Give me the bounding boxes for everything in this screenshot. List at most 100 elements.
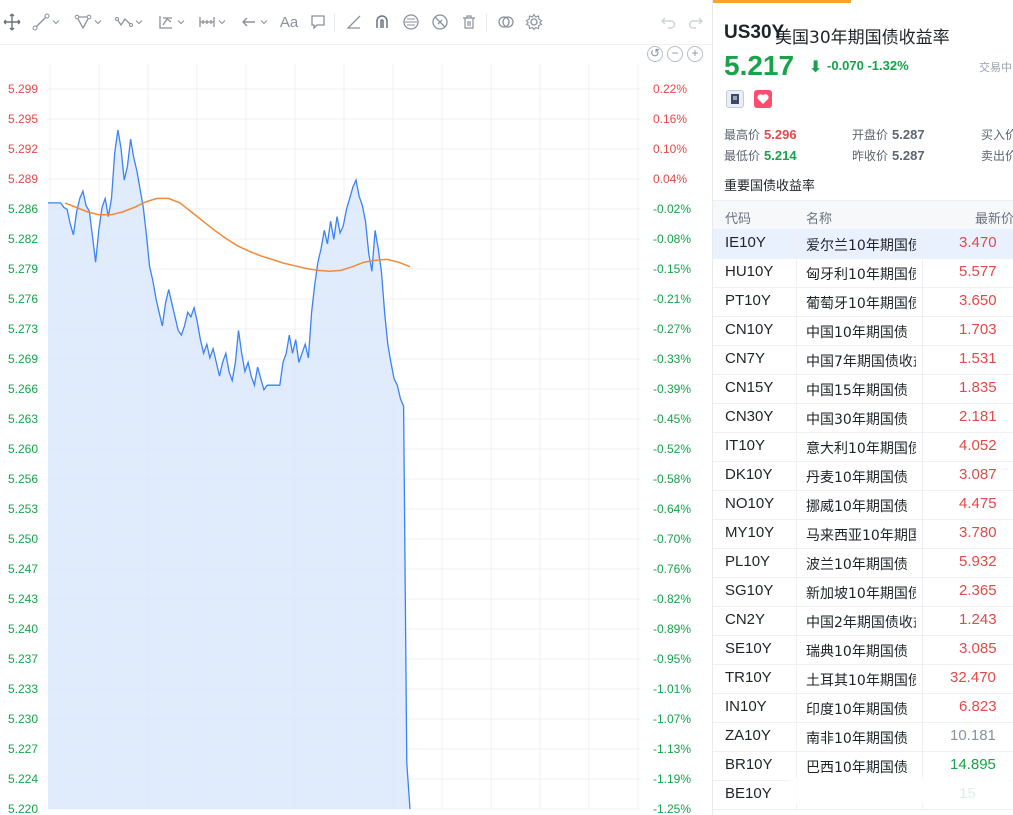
bond-code: PL10Y [725,553,771,570]
column-divider [796,664,797,693]
stat-high: 最高价 5.296 [724,126,797,143]
table-row[interactable]: PT10Y 葡萄牙10年期国债 3.650 [713,287,1013,317]
table-row[interactable]: CN2Y 中国2年期国债收益率 1.243 [713,606,1013,636]
trash-icon[interactable] [459,11,479,33]
trend-line-icon[interactable] [30,11,62,33]
table-row[interactable]: SE10Y 瑞典10年期国债 3.085 [713,635,1013,665]
table-row[interactable]: BR10Y 巴西10年期国债 14.895 [713,751,1013,781]
reset-zoom-icon[interactable]: ↺ [647,46,663,62]
redo-icon[interactable] [686,11,706,33]
table-row[interactable]: CN7Y 中国7年期国债收益率 1.531 [713,345,1013,375]
bond-code: CN30Y [725,408,774,425]
watermark-overlay [789,778,1013,804]
pattern-icon[interactable] [112,11,146,33]
table-row[interactable]: PL10Y 波兰10年期国债 5.932 [713,548,1013,578]
y-tick-label-left: 5.224 [8,772,38,786]
y-tick-label-right: -0.33% [653,352,691,366]
table-row[interactable]: CN10Y 中国10年期国债 1.703 [713,316,1013,346]
bond-name: 新加坡10年期国债 [806,586,916,602]
stat-prev-close: 昨收价 5.287 [852,147,925,164]
bond-name: 意大利10年期国债 [806,441,916,457]
table-row[interactable]: ZA10Y 南非10年期国债 10.181 [713,722,1013,752]
y-tick-label-left: 5.279 [8,262,38,276]
table-row[interactable]: HU10Y 匈牙利10年期国债 5.577 [713,258,1013,288]
last-price: 5.217 [724,50,795,81]
overlay-icon[interactable] [495,11,517,33]
y-tick-label-right: -1.19% [653,772,691,786]
table-row[interactable]: TR10Y 土耳其10年期国债 32.470 [713,664,1013,694]
table-row[interactable]: CN15Y 中国15年期国债 1.835 [713,374,1013,404]
y-tick-label-right: -0.27% [653,322,691,336]
eye-icon[interactable] [401,11,421,33]
measure-icon[interactable] [196,11,228,33]
bond-yield: 1.835 [959,379,997,396]
crosshair-move-icon[interactable] [2,11,22,33]
column-divider [922,693,923,722]
stat-prev-label: 昨收价 [852,149,889,163]
bookmark-icon[interactable] [726,90,744,108]
column-divider [796,635,797,664]
column-divider [922,606,923,635]
y-tick-label-right: -0.39% [653,382,691,396]
column-divider [922,432,923,461]
y-tick-label-left: 5.253 [8,502,38,516]
column-divider [796,345,797,374]
column-divider [922,664,923,693]
y-tick-label-left: 5.292 [8,142,38,156]
y-tick-label-right: -0.64% [653,502,691,516]
settings-icon[interactable] [524,11,544,33]
chart-canvas[interactable]: 5.299 5.295 5.292 5.289 5.286 5.282 5.279 5.276… [0,44,712,815]
table-row[interactable]: CN30Y 中国30年期国债 2.181 [713,403,1013,433]
bond-name: 巴西10年期国债 [806,760,908,776]
magnet-icon[interactable] [372,11,392,33]
no-draw-icon[interactable] [430,11,450,33]
table-row[interactable]: IT10Y 意大利10年期国债 4.052 [713,432,1013,462]
text-icon[interactable]: Aa [278,11,300,33]
bond-yield: 10.181 [950,727,996,744]
stat-bid: 买入价 [981,126,1013,143]
bond-yield: 6.823 [959,698,997,715]
bond-yield: 32.470 [950,669,996,686]
price-chart[interactable]: 5.299 5.295 5.292 5.289 5.286 5.282 5.279 5.276… [0,44,712,815]
undo-icon[interactable] [658,11,678,33]
channel-icon[interactable] [72,11,104,33]
column-divider [922,229,923,258]
table-row[interactable]: SG10Y 新加坡10年期国债 2.365 [713,577,1013,607]
y-tick-label-right: 0.22% [653,82,687,96]
y-tick-label-left: 5.273 [8,322,38,336]
zoom-in-icon[interactable]: + [687,46,703,62]
zoom-out-icon[interactable]: − [667,46,683,62]
y-tick-label-left: 5.263 [8,412,38,426]
y-tick-label-right: -1.07% [653,712,691,726]
trading-status: 交易中 [979,61,1012,74]
bond-yield: 14.895 [950,756,996,773]
table-row[interactable]: NO10Y 挪威10年期国债 4.475 [713,490,1013,520]
y-tick-label-left: 5.299 [8,82,38,96]
y-tick-label-left: 5.240 [8,622,38,636]
y-tick-label-left: 5.282 [8,232,38,246]
bond-name: 爱尔兰10年期国债 [806,238,916,254]
table-row[interactable]: IN10Y 印度10年期国债 6.823 [713,693,1013,723]
column-divider [922,374,923,403]
fib-icon[interactable] [155,11,187,33]
bond-code: MY10Y [725,524,775,541]
bond-name: 中国10年期国债 [806,325,908,341]
bond-code: IE10Y [725,234,766,251]
table-row[interactable]: DK10Y 丹麦10年期国债 3.087 [713,461,1013,491]
table-row[interactable]: MY10Y 马来西亚10年期国债 3.780 [713,519,1013,549]
bond-code: CN7Y [725,350,766,367]
column-divider [796,519,797,548]
y-tick-label-right: -0.58% [653,472,691,486]
column-divider [922,345,923,374]
y-tick-label-left: 5.230 [8,712,38,726]
y-tick-label-left: 5.266 [8,382,38,396]
column-divider [922,519,923,548]
arrow-icon[interactable] [238,11,270,33]
comment-icon[interactable] [308,11,328,33]
favorite-heart-icon[interactable] [754,90,772,108]
angle-icon[interactable] [344,11,364,33]
table-row[interactable]: IE10Y 爱尔兰10年期国债 3.470 [713,229,1013,259]
stat-low-label: 最低价 [724,149,761,163]
bond-name: 中国7年期国债收益率 [806,354,916,370]
bond-name: 丹麦10年期国债 [806,470,908,486]
